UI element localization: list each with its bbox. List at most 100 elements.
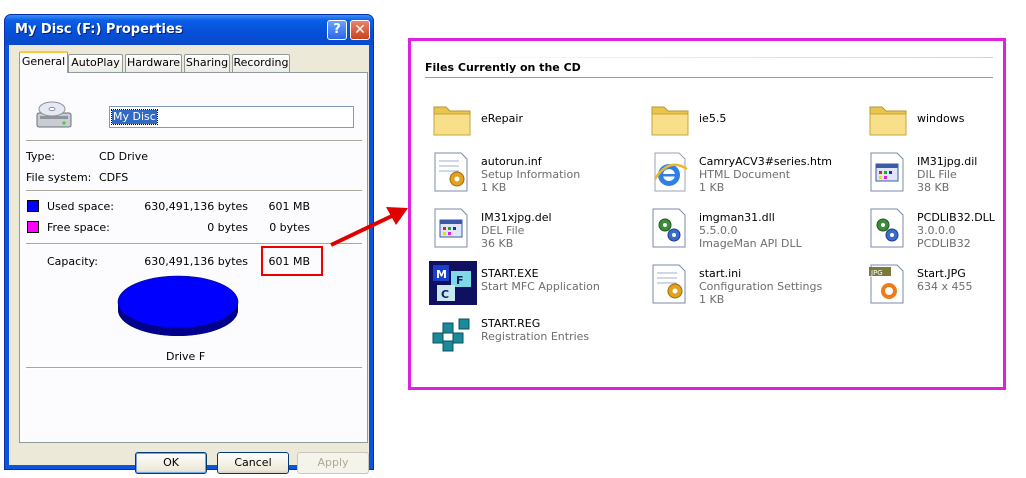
- cancel-button[interactable]: Cancel: [217, 452, 289, 474]
- file-description: ImageMan API DLL: [699, 237, 802, 250]
- tab-label: AutoPlay: [71, 56, 120, 69]
- file-type: Registration Entries: [481, 330, 590, 343]
- free-space-bytes: 0 bytes: [207, 221, 248, 234]
- divider: [26, 367, 362, 369]
- file-item-imgman31-dll[interactable]: imgman31.dll 5.5.0.0 ImageMan API DLL: [649, 205, 849, 253]
- disc-name-input[interactable]: My Disc: [109, 106, 354, 128]
- svg-text:C: C: [441, 288, 449, 301]
- general-tab-panel: My Disc Type: CD Drive File system: CDFS…: [19, 72, 368, 443]
- file-item-windows[interactable]: windows: [867, 97, 1026, 145]
- dialog-client-area: General AutoPlay Hardware Sharing Record…: [9, 45, 369, 474]
- file-size: 38 KB: [917, 181, 950, 194]
- window-file-icon: [870, 152, 904, 192]
- used-space-bytes: 630,491,136 bytes: [144, 200, 248, 213]
- file-item-erepair[interactable]: eRepair: [431, 97, 631, 145]
- file-item-camry-htm[interactable]: CamryACV3#series.htm HTML Document 1 KB: [649, 149, 849, 197]
- file-item-start-reg[interactable]: START.REG Registration Entries: [429, 311, 629, 359]
- capacity-highlight-box: [261, 246, 323, 276]
- help-button[interactable]: ?: [327, 20, 347, 40]
- type-label: Type:: [26, 150, 55, 163]
- file-version: 3.0.0.0: [917, 224, 956, 237]
- file-item-autorun-inf[interactable]: autorun.inf Setup Information 1 KB: [431, 149, 631, 197]
- file-name: START.EXE: [481, 267, 539, 280]
- file-name: eRepair: [481, 112, 523, 125]
- file-size: 1 KB: [699, 181, 725, 194]
- file-name: Start.JPG: [917, 267, 966, 280]
- file-name: START.REG: [481, 317, 541, 330]
- file-item-start-exe[interactable]: MFC START.EXE Start MFC Application: [429, 261, 629, 309]
- tab-label: Recording: [233, 56, 289, 69]
- dll-icon: [652, 208, 686, 248]
- tab-autoplay[interactable]: AutoPlay: [68, 54, 123, 72]
- files-on-cd-panel: Files Currently on the CD eRepair ie5.5 …: [408, 38, 1006, 390]
- file-size: 1 KB: [699, 293, 725, 306]
- divider: [26, 140, 362, 142]
- dll-icon: [870, 208, 904, 248]
- file-type: DEL File: [481, 224, 525, 237]
- capacity-bytes: 630,491,136 bytes: [144, 255, 248, 268]
- svg-text:M: M: [436, 268, 447, 281]
- file-name: PCDLIB32.DLL: [917, 211, 995, 224]
- file-version: 5.5.0.0: [699, 224, 738, 237]
- file-size: 36 KB: [481, 237, 514, 250]
- file-size: 1 KB: [481, 181, 507, 194]
- file-name: IM31xjpg.del: [481, 211, 552, 224]
- tab-hardware[interactable]: Hardware: [125, 54, 182, 72]
- file-name: start.ini: [699, 267, 742, 280]
- file-type: Setup Information: [481, 168, 581, 181]
- tab-label: Sharing: [185, 56, 229, 69]
- mfc-app-icon: M FC: [429, 261, 477, 305]
- title-bar[interactable]: My Disc (F:) Properties ? ✕: [5, 15, 373, 45]
- ok-button[interactable]: OK: [135, 452, 207, 474]
- used-space-label: Used space:: [47, 200, 115, 213]
- window-file-icon: [434, 208, 468, 248]
- file-system-value: CDFS: [99, 171, 129, 184]
- settings-file-icon: [652, 264, 686, 304]
- file-item-pcdlib32-dll[interactable]: PCDLIB32.DLL 3.0.0.0 PCDLIB32: [867, 205, 1026, 253]
- file-type: DIL File: [917, 168, 957, 181]
- capacity-label: Capacity:: [47, 255, 98, 268]
- close-button[interactable]: ✕: [350, 20, 370, 40]
- callout-arrow: [330, 207, 408, 247]
- file-name: imgman31.dll: [699, 211, 775, 224]
- window-title: My Disc (F:) Properties: [15, 22, 183, 37]
- file-name: autorun.inf: [481, 155, 542, 168]
- help-icon: ?: [333, 22, 341, 37]
- folder-icon: [651, 106, 689, 136]
- svg-text:JPG: JPG: [870, 269, 883, 277]
- type-value: CD Drive: [99, 150, 148, 163]
- file-name: ie5.5: [699, 112, 727, 125]
- file-item-start-ini[interactable]: start.ini Configuration Settings 1 KB: [649, 261, 849, 309]
- registry-icon: [431, 315, 475, 352]
- settings-file-icon: [434, 152, 468, 192]
- properties-window: My Disc (F:) Properties ? ✕ General Auto…: [4, 14, 374, 474]
- folder-icon: [433, 106, 471, 136]
- tab-sharing[interactable]: Sharing: [184, 54, 230, 72]
- file-item-im31xjpg-del[interactable]: IM31xjpg.del DEL File 36 KB: [431, 205, 631, 253]
- file-name: IM31jpg.dil: [917, 155, 978, 168]
- file-type: Start MFC Application: [481, 280, 600, 293]
- file-type: Configuration Settings: [699, 280, 823, 293]
- divider: [26, 190, 362, 192]
- disc-name-value: My Disc: [111, 109, 158, 125]
- folder-icon: [869, 106, 907, 136]
- free-space-label: Free space:: [47, 221, 110, 234]
- cd-drive-icon: [34, 97, 74, 133]
- files-panel-title: Files Currently on the CD: [425, 57, 993, 78]
- apply-button[interactable]: Apply: [297, 452, 369, 474]
- close-icon: ✕: [354, 22, 366, 38]
- tab-general[interactable]: General: [19, 51, 68, 73]
- drive-label: Drive F: [166, 350, 206, 363]
- tab-recording[interactable]: Recording: [232, 54, 290, 72]
- file-item-im31jpg-dil[interactable]: IM31jpg.dil DIL File 38 KB: [867, 149, 1026, 197]
- tab-label: General: [21, 55, 66, 68]
- divider: [26, 243, 362, 245]
- svg-text:F: F: [456, 274, 464, 287]
- jpg-icon: JPG: [869, 264, 904, 304]
- file-description: PCDLIB32: [917, 237, 971, 250]
- free-space-swatch: [27, 221, 39, 233]
- file-name: CamryACV3#series.htm: [699, 155, 832, 168]
- file-name: windows: [917, 112, 965, 125]
- file-item-start-jpg[interactable]: JPG Start.JPG 634 x 455: [867, 261, 1026, 309]
- file-item-ie55[interactable]: ie5.5: [649, 97, 849, 145]
